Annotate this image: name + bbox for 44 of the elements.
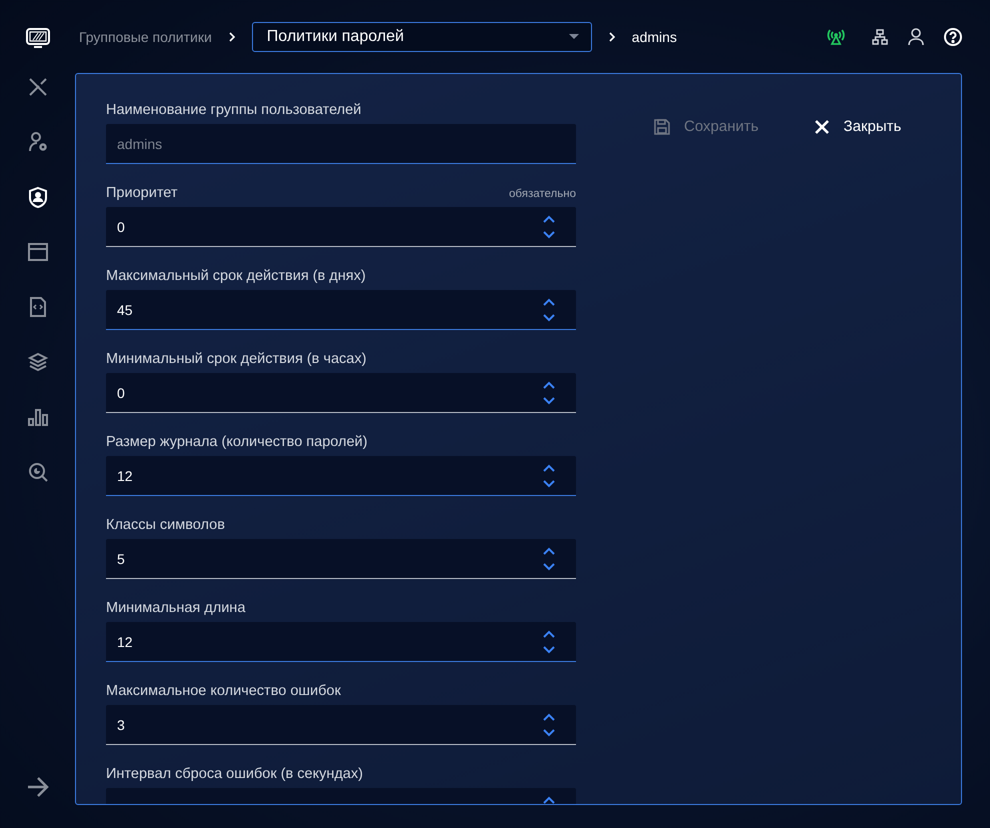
network-icon[interactable] — [872, 28, 888, 44]
field-label: Классы символов — [106, 517, 225, 533]
breadcrumb-link[interactable]: Групповые политики — [79, 28, 212, 44]
required-hint: обязательно — [509, 188, 576, 200]
field-label: Приоритет — [106, 185, 178, 201]
number-field[interactable]: 12 — [106, 622, 576, 662]
number-field[interactable]: 0 — [106, 207, 576, 247]
field-label: Размер журнала (количество паролей) — [106, 434, 368, 450]
close-button[interactable]: Закрыть — [814, 114, 902, 139]
antenna-icon[interactable] — [826, 28, 846, 46]
bar-chart-icon[interactable] — [26, 406, 48, 428]
field-label: Наименование группы пользователей — [106, 102, 362, 118]
number-field[interactable]: 5 — [106, 539, 576, 579]
shield-user-icon[interactable] — [26, 186, 48, 208]
close-icon — [814, 118, 830, 134]
window-icon[interactable] — [26, 241, 48, 263]
monitor-logo-icon[interactable] — [26, 27, 50, 49]
policy-dropdown[interactable]: Политики паролей — [252, 22, 592, 52]
chevron-right-icon — [228, 30, 236, 42]
field-label: Максимальный срок действия (в днях) — [106, 268, 366, 284]
field-label: Максимальное количество ошибок — [106, 683, 341, 699]
number-field[interactable]: 3 — [106, 705, 576, 745]
stepper-icon[interactable] — [542, 464, 556, 488]
user-settings-icon[interactable] — [26, 131, 48, 153]
user-icon[interactable] — [908, 28, 924, 46]
stepper-icon[interactable] — [542, 712, 556, 736]
stepper-icon[interactable] — [542, 214, 556, 238]
field-label: Минимальный срок действия (в часах) — [106, 351, 366, 367]
dropdown-caret-icon — [568, 34, 579, 40]
stepper-icon[interactable] — [542, 546, 556, 570]
expand-arrow-icon[interactable] — [26, 776, 50, 798]
search-icon[interactable] — [26, 461, 48, 483]
help-icon[interactable] — [944, 28, 962, 46]
field-label: Минимальная длина — [106, 600, 246, 616]
field-label: Интервал сброса ошибок (в секундах) — [106, 766, 363, 782]
number-field[interactable]: 0 — [106, 373, 576, 413]
stepper-icon[interactable] — [542, 630, 556, 654]
number-field[interactable]: 45 — [106, 290, 576, 330]
number-field[interactable]: 12 — [106, 456, 576, 496]
layers-icon[interactable] — [26, 351, 48, 373]
chevron-right-icon — [608, 30, 616, 42]
stepper-icon[interactable] — [542, 380, 556, 404]
stepper-icon[interactable] — [542, 298, 556, 322]
breadcrumb-current: admins — [632, 28, 677, 44]
